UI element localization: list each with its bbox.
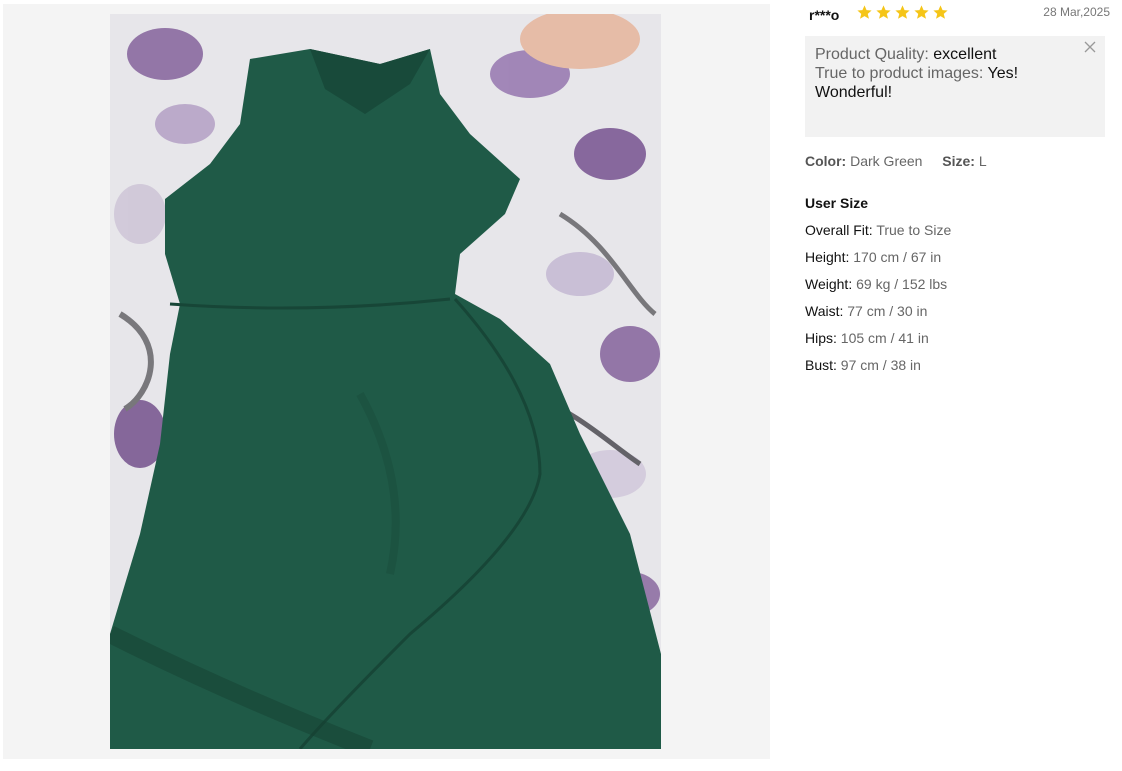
size-row-label: Overall Fit: bbox=[805, 222, 873, 238]
size-row-label: Height: bbox=[805, 249, 850, 265]
star-icon bbox=[857, 5, 872, 19]
dress-photo-image bbox=[110, 14, 661, 749]
size-row-value: True to Size bbox=[876, 222, 952, 238]
true-to-images-line: True to product images: Yes! Wonderful! bbox=[815, 64, 1081, 102]
size-row-label: Weight: bbox=[805, 276, 853, 292]
size-row-value: 77 cm / 30 in bbox=[847, 303, 928, 319]
size-label: Size: bbox=[942, 153, 975, 169]
size-value: L bbox=[978, 153, 987, 169]
size-row-label: Bust: bbox=[805, 357, 837, 373]
close-icon[interactable] bbox=[1083, 40, 1097, 54]
star-icon bbox=[914, 5, 929, 19]
size-row-value: 69 kg / 152 lbs bbox=[856, 276, 948, 292]
size-row-value: 105 cm / 41 in bbox=[840, 330, 929, 346]
size-row-waist: Waist: 77 cm / 30 in bbox=[805, 303, 951, 330]
size-row-label: Hips: bbox=[805, 330, 837, 346]
review-quality-box: Product Quality: excellent True to produ… bbox=[805, 36, 1105, 137]
product-quality-label: Product Quality: bbox=[815, 46, 929, 63]
review-date: 28 Mar,2025 bbox=[1043, 5, 1110, 19]
review-header: r***o 28 Mar,2025 bbox=[805, 0, 1110, 30]
review-photo[interactable] bbox=[110, 14, 661, 749]
size-row-weight: Weight: 69 kg / 152 lbs bbox=[805, 276, 951, 303]
review-details: r***o 28 Mar,2025 Product Quality: excel… bbox=[805, 0, 1110, 771]
size-row-hips: Hips: 105 cm / 41 in bbox=[805, 330, 951, 357]
product-quality-value: excellent bbox=[933, 46, 997, 63]
size-row-height: Height: 170 cm / 67 in bbox=[805, 249, 951, 276]
size-row-label: Waist: bbox=[805, 303, 844, 319]
size-row-value: 97 cm / 38 in bbox=[840, 357, 921, 373]
star-icon bbox=[895, 5, 910, 19]
user-size-title: User Size bbox=[805, 195, 869, 211]
variant-info: Color: Dark Green Size: L bbox=[805, 153, 987, 169]
size-row-overall-fit: Overall Fit: True to Size bbox=[805, 222, 951, 249]
star-icon bbox=[876, 5, 891, 19]
product-quality-line: Product Quality: excellent bbox=[815, 45, 1081, 64]
size-row-value: 170 cm / 67 in bbox=[853, 249, 942, 265]
color-label: Color: bbox=[805, 153, 847, 169]
star-rating bbox=[856, 4, 949, 22]
user-size-list: Overall Fit: True to Size Height: 170 cm… bbox=[805, 222, 951, 384]
color-value: Dark Green bbox=[850, 153, 923, 169]
size-row-bust: Bust: 97 cm / 38 in bbox=[805, 357, 951, 384]
true-to-images-label: True to product images: bbox=[815, 65, 984, 82]
reviewer-name: r***o bbox=[809, 7, 840, 23]
star-icon bbox=[933, 5, 948, 19]
review-photo-panel bbox=[3, 4, 770, 759]
